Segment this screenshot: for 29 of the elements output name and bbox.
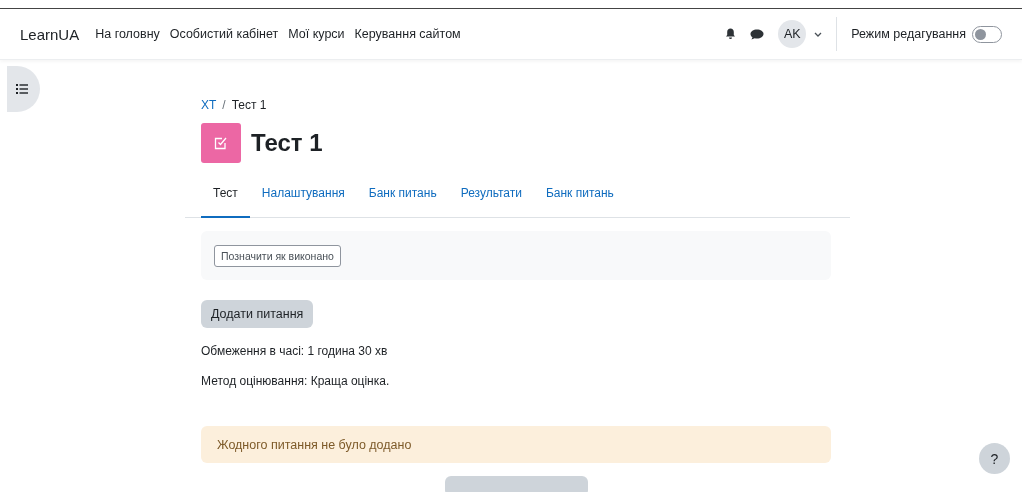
quiz-icon <box>201 123 241 163</box>
edit-mode-switch[interactable] <box>972 25 1002 43</box>
site-brand[interactable]: LearnUA <box>20 25 80 43</box>
breadcrumb-item[interactable]: Тест 1 <box>231 98 267 112</box>
bell-icon[interactable] <box>725 28 737 40</box>
edit-mode-label: Режим редагування <box>851 27 966 41</box>
mark-done-button[interactable]: Позначити як виконано <box>214 244 341 267</box>
chat-icon[interactable] <box>750 28 765 40</box>
caret-icon[interactable] <box>814 31 823 37</box>
list-icon <box>15 84 28 94</box>
tab[interactable]: Тест <box>201 173 250 218</box>
add-question-button[interactable]: Додати питання <box>201 300 314 328</box>
nav-link[interactable]: На головну <box>95 27 160 41</box>
nav-link[interactable]: Особистий кабінет <box>169 27 279 41</box>
tab[interactable]: Банк питань <box>356 173 449 218</box>
nav-link[interactable]: Керування сайтом <box>354 27 461 41</box>
tab[interactable]: Результати <box>448 173 534 218</box>
breadcrumb-separator: / <box>222 98 226 112</box>
info-text: Метод оцінювання: Краща оцінка. <box>201 374 391 388</box>
tab[interactable]: Налаштування <box>249 173 357 218</box>
breadcrumb-link[interactable]: ХТ <box>201 98 217 112</box>
tab[interactable]: Банк питань <box>533 173 626 218</box>
drawer-toggle[interactable] <box>7 66 40 112</box>
warning-alert: Жодного питання не було додано <box>201 426 831 463</box>
help-button[interactable]: ? <box>979 443 1010 474</box>
nav-link[interactable]: Мої курси <box>288 27 345 41</box>
info-text: Обмеження в часі: 1 година 30 хв <box>201 344 389 358</box>
user-avatar[interactable]: AK <box>778 20 807 48</box>
page-title: Тест 1 <box>251 129 323 157</box>
